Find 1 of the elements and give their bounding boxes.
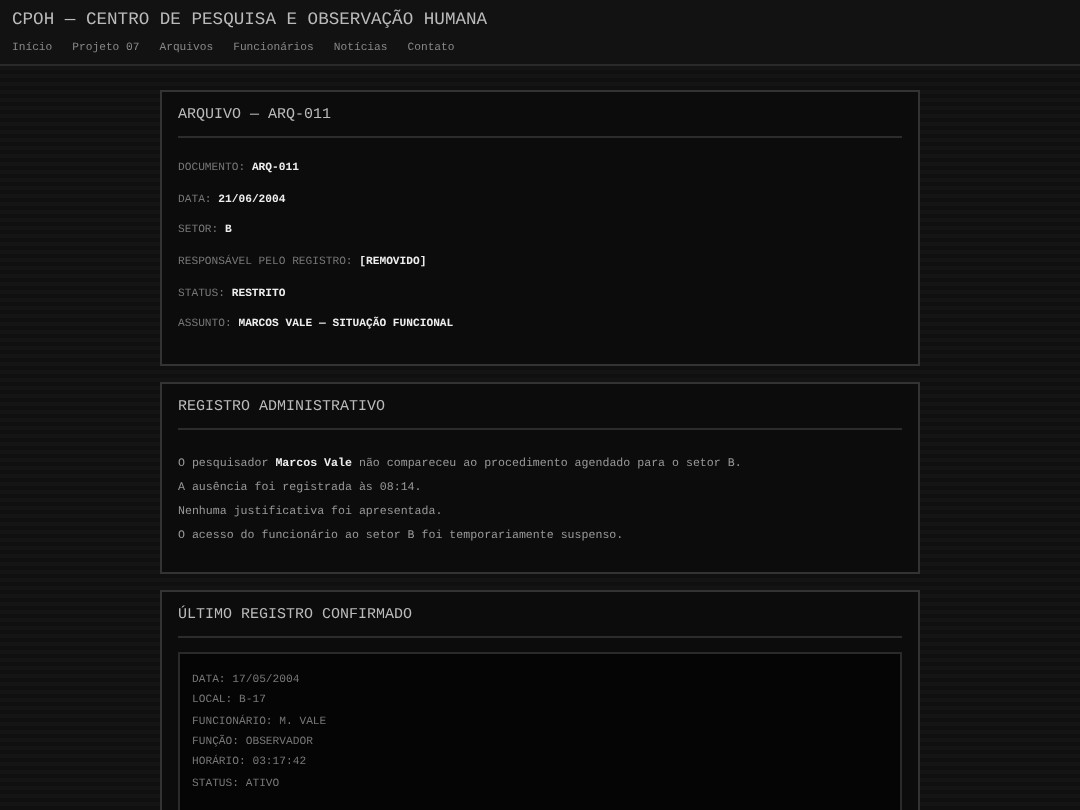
site-title: CPOH — CENTRO DE PESQUISA E OBSERVAÇÃO HUMANA bbox=[12, 10, 490, 32]
